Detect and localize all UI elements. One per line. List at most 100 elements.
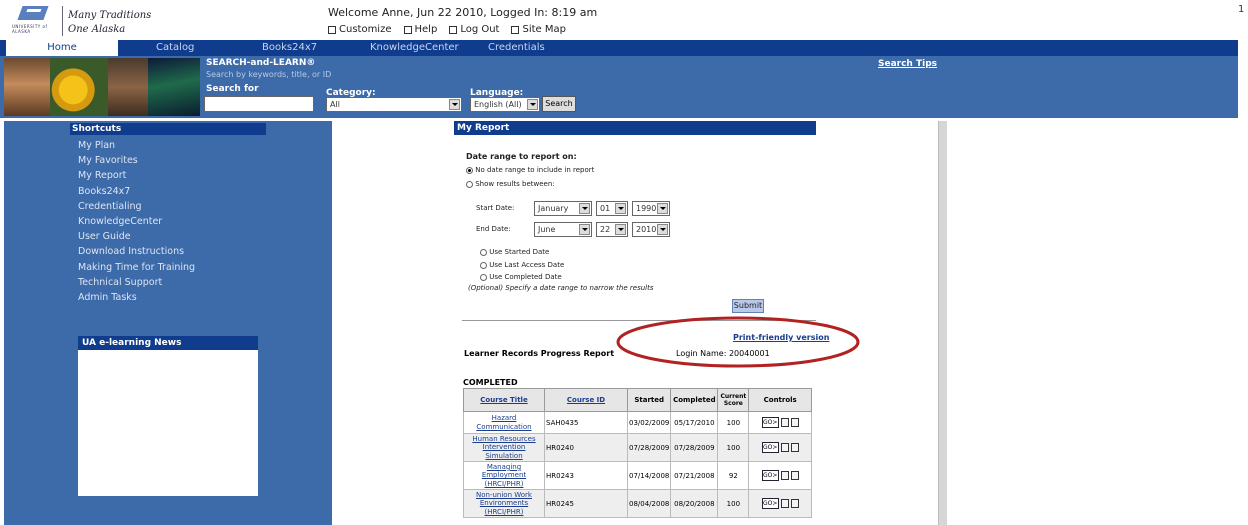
progress-report-heading: Learner Records Progress Report: [464, 349, 615, 358]
go-button[interactable]: GO>: [761, 470, 779, 481]
col-controls: Controls: [748, 388, 812, 412]
shortcuts-title: Shortcuts: [70, 123, 266, 135]
logo-divider: [62, 6, 63, 36]
certificate-icon[interactable]: [780, 499, 789, 508]
login-name: Login Name: 20040001: [676, 349, 770, 358]
top-links: Customize Help Log Out Site Map: [328, 24, 566, 35]
customize-icon: [328, 25, 336, 34]
sidebar-item-admin-tasks[interactable]: Admin Tasks: [78, 290, 195, 305]
col-started: Started: [626, 388, 672, 412]
course-title-link[interactable]: Hazard Communication: [463, 411, 545, 434]
tab-catalog[interactable]: Catalog: [156, 40, 194, 56]
radio-icon: [480, 248, 487, 256]
sidebar-item-user-guide[interactable]: User Guide: [78, 229, 195, 244]
site-map-link[interactable]: Site Map: [511, 24, 566, 35]
right-gutter: [938, 121, 947, 525]
submit-button[interactable]: Submit: [732, 299, 764, 313]
table-row: Human Resources Intervention Simulation …: [463, 433, 812, 462]
shortcuts-list: My Plan My Favorites My Report Books24x7…: [78, 138, 195, 305]
university-logo: UNIVERSITY of ALASKA: [12, 6, 56, 38]
col-completed: Completed: [670, 388, 719, 412]
print-icon[interactable]: [790, 499, 799, 508]
no-range-option[interactable]: No date range to include in report: [466, 166, 594, 174]
end-day-select[interactable]: 22: [596, 222, 628, 237]
chevron-down-icon: [579, 224, 590, 235]
tab-credentials[interactable]: Credentials: [488, 40, 545, 56]
sidebar-item-download-instructions[interactable]: Download Instructions: [78, 244, 195, 259]
banner-photos: [4, 58, 200, 116]
search-tips-link[interactable]: Search Tips: [878, 59, 937, 69]
started-date: 07/14/2008: [626, 461, 672, 490]
sidebar-item-making-time[interactable]: Making Time for Training: [78, 260, 195, 275]
table-row: Hazard Communication SAH0435 03/02/2009 …: [463, 411, 812, 434]
controls: GO>: [748, 411, 812, 434]
course-title-link[interactable]: Human Resources Intervention Simulation: [463, 433, 545, 462]
print-icon[interactable]: [790, 418, 799, 427]
col-course-title[interactable]: Course Title: [463, 388, 545, 412]
score: 100: [717, 411, 750, 434]
sidebar-item-credentialing[interactable]: Credentialing: [78, 199, 195, 214]
chevron-down-icon: [579, 203, 590, 214]
sidebar-item-technical-support[interactable]: Technical Support: [78, 275, 195, 290]
start-date-label: Start Date:: [476, 204, 515, 212]
end-month-select[interactable]: June: [534, 222, 592, 237]
print-icon[interactable]: [790, 443, 799, 452]
certificate-icon[interactable]: [780, 471, 789, 480]
customize-link[interactable]: Customize: [328, 24, 392, 35]
completed-date: 07/21/2008: [670, 461, 719, 490]
help-link[interactable]: Help: [403, 24, 437, 35]
search-learn-subtitle: Search by keywords, title, or ID: [206, 70, 332, 79]
tab-books24x7[interactable]: Books24x7: [262, 40, 317, 56]
started-date: 07/28/2009: [626, 433, 672, 462]
edge-mark: 1: [1238, 4, 1245, 15]
report-title: My Report: [454, 121, 816, 135]
certificate-icon[interactable]: [780, 443, 789, 452]
course-title-link[interactable]: Non-union Work Environments (HRCI/PHR): [463, 489, 545, 518]
course-id: HR0240: [544, 433, 628, 462]
use-last-access-option[interactable]: Use Last Access Date: [480, 261, 564, 269]
help-icon: [403, 25, 412, 34]
language-select[interactable]: English (All): [470, 97, 540, 112]
tagline-line2: One Alaska: [68, 24, 126, 35]
search-button[interactable]: Search: [542, 96, 576, 112]
date-range-label: Date range to report on:: [466, 152, 577, 161]
course-title-link[interactable]: Managing Employment (HRCI/PHR): [463, 461, 545, 490]
category-select[interactable]: All: [326, 97, 462, 112]
tab-home[interactable]: Home: [6, 40, 118, 56]
go-button[interactable]: GO>: [761, 417, 779, 428]
completed-label: COMPLETED: [463, 378, 518, 387]
go-button[interactable]: GO>: [761, 498, 779, 509]
start-day-select[interactable]: 01: [596, 201, 628, 216]
annotation-oval: [616, 316, 860, 368]
controls: GO>: [748, 433, 812, 462]
sidebar-item-my-plan[interactable]: My Plan: [78, 138, 195, 153]
completed-date: 08/20/2008: [670, 489, 719, 518]
table-row: Managing Employment (HRCI/PHR) HR0243 07…: [463, 461, 812, 490]
use-started-option[interactable]: Use Started Date: [480, 248, 549, 256]
print-icon[interactable]: [790, 471, 799, 480]
chevron-down-icon: [615, 203, 626, 214]
news-title: UA e-learning News: [78, 336, 258, 350]
chevron-down-icon: [615, 224, 626, 235]
sidebar-item-knowledgecenter[interactable]: KnowledgeCenter: [78, 214, 195, 229]
certificate-icon[interactable]: [780, 418, 789, 427]
logout-link[interactable]: Log Out: [449, 24, 499, 35]
sidebar-item-books24x7[interactable]: Books24x7: [78, 184, 195, 199]
search-input[interactable]: [204, 96, 314, 112]
sidebar-item-my-favorites[interactable]: My Favorites: [78, 153, 195, 168]
col-course-id[interactable]: Course ID: [544, 388, 628, 412]
go-button[interactable]: GO>: [761, 442, 779, 453]
search-for-label: Search for: [206, 84, 259, 94]
sidebar-item-my-report[interactable]: My Report: [78, 168, 195, 183]
completed-date: 05/17/2010: [670, 411, 719, 434]
start-year-select[interactable]: 1990: [632, 201, 670, 216]
start-month-select[interactable]: January: [534, 201, 592, 216]
col-current-score: Current Score: [717, 388, 750, 412]
tab-knowledgecenter[interactable]: KnowledgeCenter: [370, 40, 459, 56]
between-option[interactable]: Show results between:: [466, 180, 555, 188]
print-friendly-link[interactable]: Print-friendly version: [733, 333, 829, 342]
use-completed-option[interactable]: Use Completed Date: [480, 273, 562, 281]
photo-aurora: [148, 58, 200, 116]
end-year-select[interactable]: 2010: [632, 222, 670, 237]
optional-note: (Optional) Specify a date range to narro…: [468, 284, 654, 292]
